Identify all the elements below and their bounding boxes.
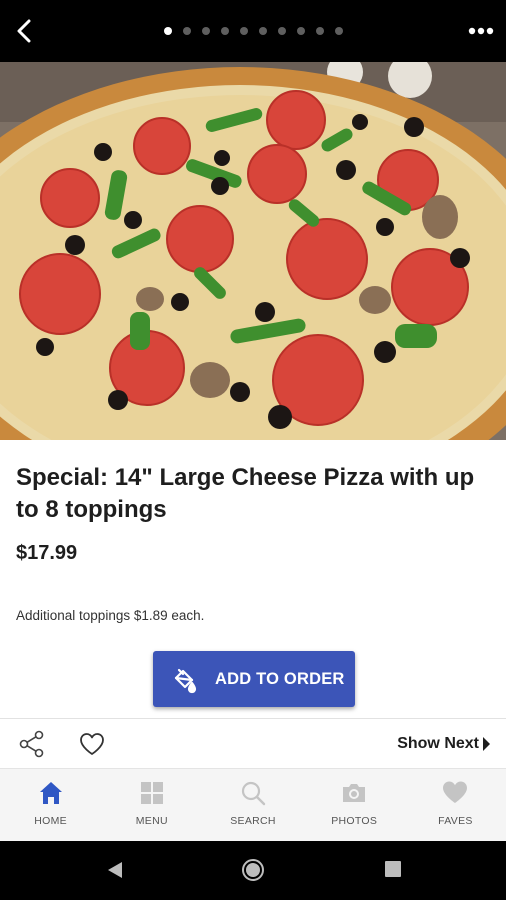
show-next-label: Show Next	[397, 735, 479, 752]
pagination-dot[interactable]	[182, 27, 191, 35]
tab-faves[interactable]: FAVES	[405, 769, 506, 842]
product-title: Special: 14" Large Cheese Pizza with up …	[16, 464, 475, 523]
pagination-dot[interactable]	[277, 27, 286, 35]
pagination-dot[interactable]	[258, 27, 267, 35]
more-horizontal-icon	[468, 27, 494, 35]
add-to-order-button[interactable]: ADD TO ORDER	[153, 651, 355, 707]
pagination-dot[interactable]	[239, 27, 248, 35]
toppings-note: Additional toppings $1.89 each.	[16, 608, 205, 623]
camera-icon	[343, 784, 366, 802]
pagination-dot[interactable]	[334, 27, 343, 35]
bottom-tab-bar: HOME MENU SEARCH PHOTOS FAVES	[0, 768, 506, 842]
system-navigation-bar	[0, 841, 506, 900]
home-icon	[39, 782, 62, 804]
paint-bucket-icon	[174, 668, 197, 694]
pagination-dot[interactable]	[163, 27, 172, 35]
tab-search[interactable]: SEARCH	[202, 769, 303, 842]
tab-photos-label: PHOTOS	[331, 815, 378, 827]
search-icon	[241, 781, 266, 806]
pagination-dot[interactable]	[296, 27, 305, 35]
favorite-button[interactable]	[78, 731, 106, 757]
pizza-image	[0, 62, 506, 440]
heart-outline-icon	[80, 733, 104, 755]
tab-search-label: SEARCH	[230, 815, 276, 827]
caret-right-icon	[483, 737, 490, 751]
pagination-dot[interactable]	[315, 27, 324, 35]
nav-recents-icon[interactable]	[385, 861, 401, 877]
nav-home-icon[interactable]	[241, 858, 265, 882]
heart-icon	[443, 781, 468, 803]
tab-menu[interactable]: MENU	[101, 769, 202, 842]
tab-photos[interactable]: PHOTOS	[304, 769, 405, 842]
top-bar	[0, 0, 506, 62]
pagination-dot[interactable]	[220, 27, 229, 35]
tab-menu-label: MENU	[135, 815, 168, 827]
tab-home-label: HOME	[34, 815, 67, 827]
nav-back-icon[interactable]	[106, 860, 124, 880]
share-button[interactable]	[18, 729, 46, 759]
more-options-button[interactable]	[466, 18, 496, 44]
add-to-order-label: ADD TO ORDER	[215, 670, 345, 688]
tab-home[interactable]: HOME	[0, 769, 101, 842]
product-price: $17.99	[16, 542, 78, 564]
action-bar: Show Next	[0, 718, 506, 769]
tab-faves-label: FAVES	[438, 815, 473, 827]
show-next-button[interactable]: Show Next	[397, 735, 490, 753]
product-photo[interactable]	[0, 62, 506, 440]
share-icon	[19, 730, 44, 758]
grid-icon	[140, 782, 163, 804]
image-pagination	[0, 27, 506, 35]
pagination-dot[interactable]	[201, 27, 210, 35]
